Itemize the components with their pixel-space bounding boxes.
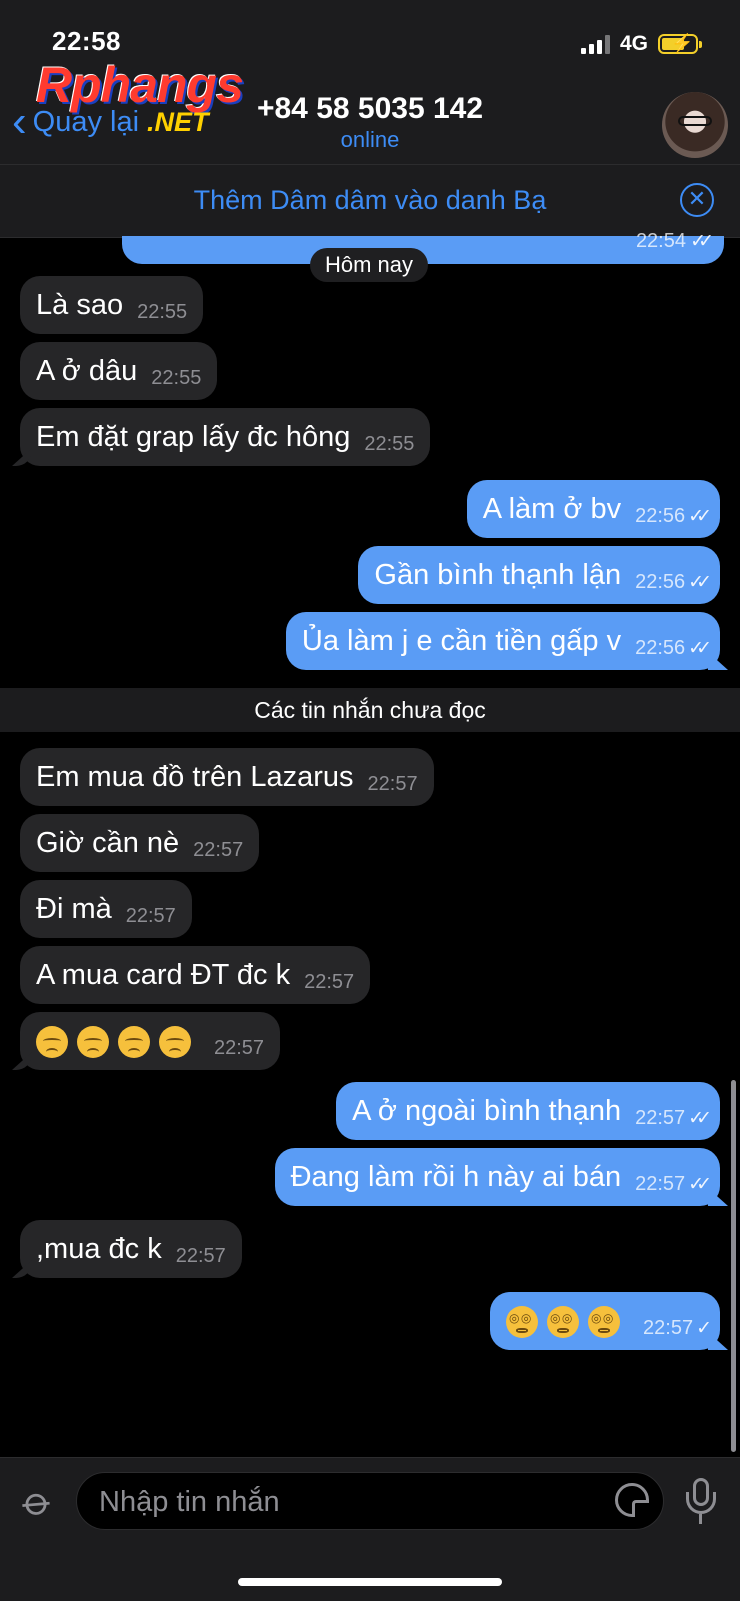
back-button[interactable]: ‹ Quay lại .NET (12, 97, 209, 146)
close-icon[interactable]: ✕ (680, 183, 714, 217)
dizzy-face-emoji (506, 1305, 539, 1338)
incoming-message[interactable]: Giờ cần nè 22:57 (20, 814, 260, 872)
message-text: A mua card ĐT đc k (36, 958, 291, 991)
read-ticks-icon: ✓✓ (688, 637, 712, 659)
pensive-face-emoji (159, 1025, 191, 1058)
outgoing-message[interactable]: Gần bình thạnh lận 22:56 ✓✓ (358, 546, 720, 604)
pensive-face-emoji (36, 1025, 68, 1058)
message-text: A ở dâu (36, 354, 138, 387)
message-time: 22:55 (151, 366, 202, 389)
outgoing-message[interactable]: Đang làm rồi h này ai bán 22:57 ✓✓ (274, 1148, 720, 1206)
read-ticks-icon: ✓✓ (688, 1173, 712, 1195)
status-icons: 4G ⚡ (580, 30, 702, 58)
chat-header: 22:58 4G ⚡ Rphangs ‹ Quay lại .NET +84 5… (0, 0, 740, 164)
sticker-icon[interactable] (615, 1483, 649, 1517)
back-label: Quay lại (32, 105, 140, 138)
incoming-message[interactable]: 22:57 (20, 1012, 281, 1070)
dizzy-face-emoji (588, 1305, 621, 1338)
status-time: 22:58 (52, 26, 121, 56)
message-text: Em đặt grap lấy đc hông (36, 420, 351, 453)
incoming-message[interactable]: A mua card ĐT đc k 22:57 (20, 946, 371, 1004)
date-separator: Hôm nay (310, 248, 428, 282)
message-time: 22:54 (635, 230, 686, 252)
read-ticks-icon: ✓✓ (688, 1107, 712, 1129)
paperclip-icon[interactable]: ⌀ (9, 1472, 68, 1531)
message-time: 22:57 (643, 1316, 694, 1339)
message-time: 22:57 (635, 1106, 686, 1129)
message-time: 22:57 (304, 970, 355, 993)
message-emoji (506, 1304, 629, 1338)
message-field[interactable] (76, 1472, 664, 1530)
avatar[interactable] (662, 92, 728, 158)
microphone-icon[interactable] (686, 1478, 716, 1526)
message-input[interactable] (97, 1481, 581, 1523)
read-ticks-icon: ✓✓ (688, 571, 712, 593)
message-text: ,mua đc k (36, 1232, 162, 1265)
message-text: A ở ngoài bình thạnh (352, 1094, 622, 1127)
outgoing-message[interactable]: A làm ở bv 22:56 ✓✓ (466, 480, 720, 538)
incoming-message[interactable]: Đi mà 22:57 (20, 880, 192, 938)
message-time: 22:57 (193, 838, 244, 861)
add-contact-banner: Thêm Dâm dâm vào danh Bạ ✕ (0, 164, 740, 238)
dizzy-face-emoji (547, 1305, 580, 1338)
message-time: 22:56 (635, 570, 686, 593)
message-text: Đang làm rồi h này ai bán (290, 1160, 622, 1193)
watermark-suffix: .NET (147, 106, 209, 137)
incoming-message[interactable]: Là sao 22:55 (20, 276, 204, 334)
read-ticks-icon: ✓✓ (690, 231, 714, 252)
incoming-message[interactable]: ,mua đc k 22:57 (20, 1220, 242, 1278)
message-text: Đi mà (36, 892, 112, 925)
home-indicator[interactable] (238, 1578, 502, 1586)
message-text: Em mua đồ trên Lazarus (36, 760, 354, 793)
message-time: 22:57 (214, 1036, 265, 1059)
message-time: 22:57 (125, 904, 176, 927)
message-time: 22:57 (367, 772, 418, 795)
sent-tick-icon: ✓ (696, 1317, 712, 1339)
signal-icon (580, 34, 610, 54)
message-time: 22:56 (635, 636, 686, 659)
message-time: 22:57 (635, 1172, 686, 1195)
message-emoji (36, 1024, 200, 1058)
pensive-face-emoji (118, 1025, 150, 1058)
read-ticks-icon: ✓✓ (688, 505, 712, 527)
contact-status: online (340, 127, 400, 152)
message-time: 22:55 (364, 432, 415, 455)
network-type: 4G (619, 32, 648, 55)
battery-icon: ⚡ (658, 33, 702, 54)
message-time: 22:56 (635, 504, 686, 527)
incoming-message[interactable]: Em đặt grap lấy đc hông 22:55 (20, 408, 431, 466)
pensive-face-emoji (77, 1025, 109, 1058)
message-text: A làm ở bv (482, 492, 622, 525)
message-time: 22:55 (137, 300, 188, 323)
message-text: Gần bình thạnh lận (374, 558, 622, 591)
message-text: Ủa làm j e cần tiền gấp v (301, 624, 622, 657)
incoming-message[interactable]: Em mua đồ trên Lazarus 22:57 (20, 748, 434, 806)
unread-separator: Các tin nhắn chưa đọc (0, 688, 740, 732)
add-contact-link[interactable]: Thêm Dâm dâm vào danh Bạ (0, 185, 740, 216)
message-text: Giờ cần nè (36, 826, 180, 859)
contact-name[interactable]: +84 58 5035 142 (242, 92, 498, 126)
chevron-left-icon: ‹ (12, 97, 27, 146)
avatar-glasses (678, 116, 712, 126)
message-text: Là sao (36, 288, 124, 321)
outgoing-message[interactable]: A ở ngoài bình thạnh 22:57 ✓✓ (336, 1082, 720, 1140)
outgoing-message[interactable]: 22:57 ✓ (490, 1292, 720, 1350)
incoming-message[interactable]: A ở dâu 22:55 (20, 342, 218, 400)
outgoing-message[interactable]: Ủa làm j e cần tiền gấp v 22:56 ✓✓ (285, 612, 720, 670)
scrollbar[interactable] (731, 1080, 736, 1452)
message-time: 22:57 (175, 1244, 226, 1267)
